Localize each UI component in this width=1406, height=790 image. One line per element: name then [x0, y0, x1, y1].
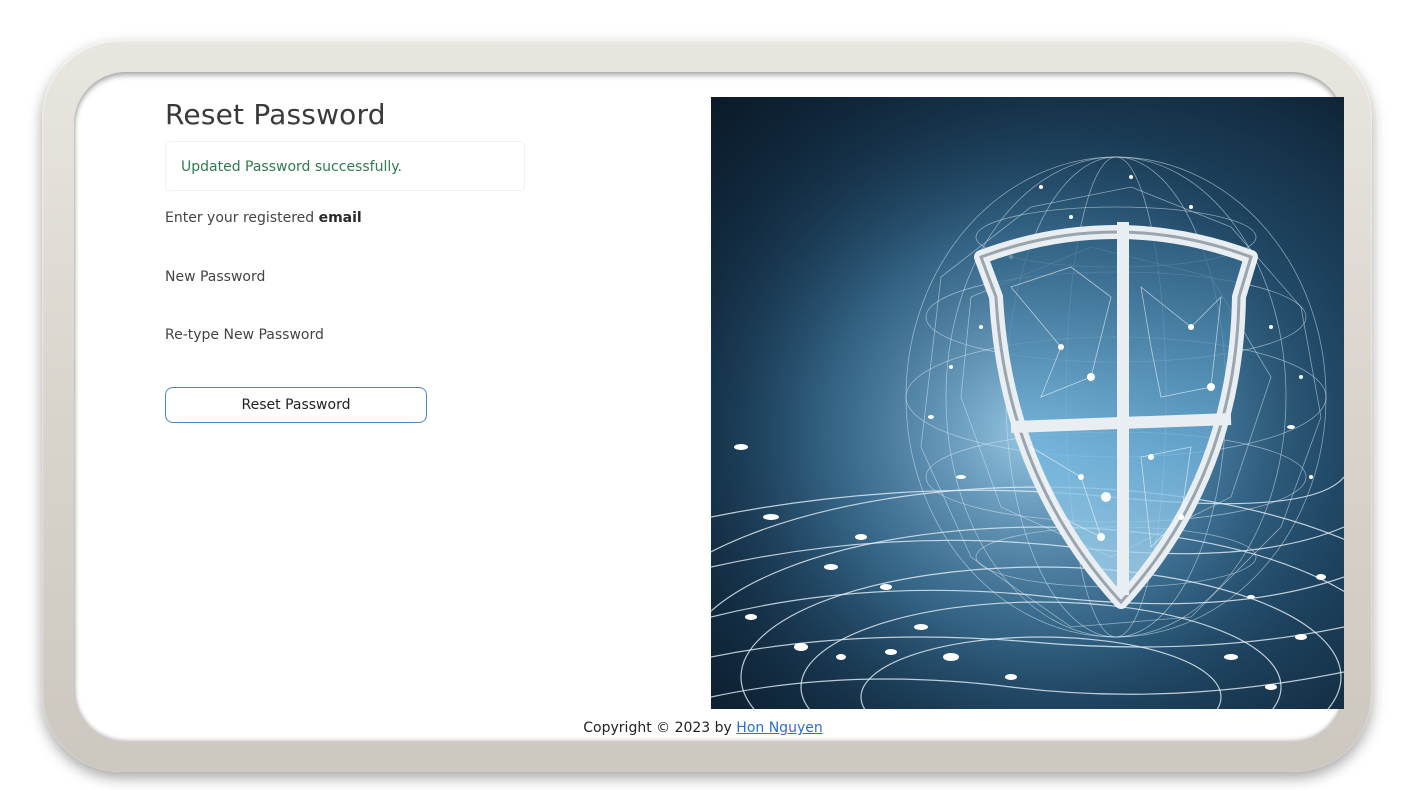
success-alert: Updated Password successfully.: [165, 141, 525, 191]
email-label-bold: email: [318, 210, 362, 226]
email-label: Enter your registered email: [165, 210, 362, 226]
footer-copyright: Copyright © 2023 by Hon Nguyen: [0, 720, 1406, 736]
success-alert-text: Updated Password successfully.: [181, 159, 402, 175]
shield-network-icon: [711, 97, 1344, 709]
reset-password-button[interactable]: Reset Password: [165, 387, 427, 423]
new-password-label: New Password: [165, 269, 266, 285]
page: Reset Password Updated Password successf…: [0, 0, 1406, 790]
email-label-text: Enter your registered: [165, 210, 315, 226]
retype-password-label: Re-type New Password: [165, 327, 324, 343]
author-link[interactable]: Hon Nguyen: [736, 720, 822, 736]
copyright-text: Copyright © 2023 by: [583, 720, 732, 736]
security-shield-image: [711, 97, 1344, 709]
page-title: Reset Password: [165, 98, 386, 131]
